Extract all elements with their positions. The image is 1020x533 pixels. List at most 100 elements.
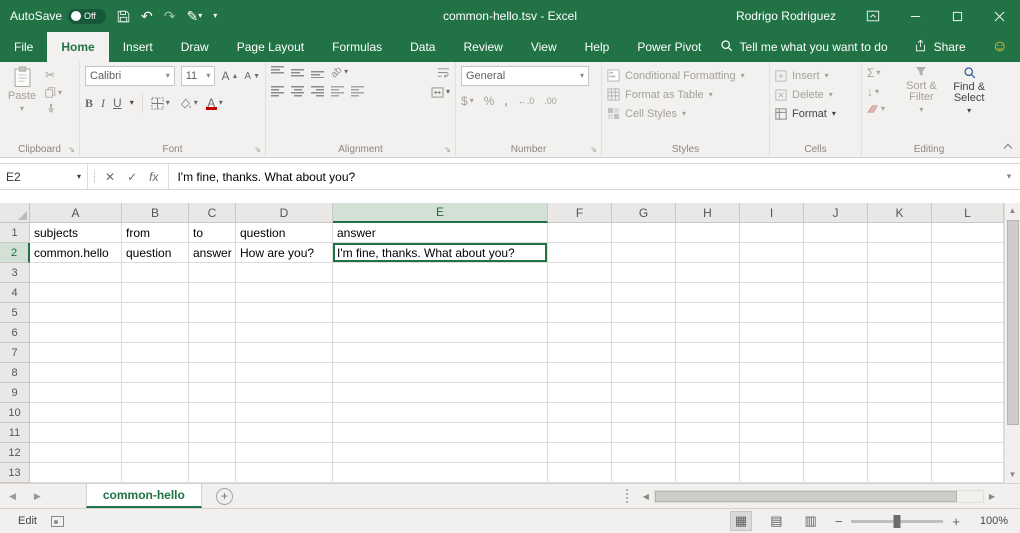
cell-C6[interactable]: [189, 323, 236, 343]
cell-B4[interactable]: [122, 283, 189, 303]
wrap-text-icon[interactable]: [437, 67, 450, 78]
tab-file[interactable]: File: [0, 32, 47, 62]
cell-J6[interactable]: [804, 323, 868, 343]
cell-G3[interactable]: [612, 263, 676, 283]
currency-format-icon[interactable]: $▾: [461, 94, 474, 108]
cell-I12[interactable]: [740, 443, 804, 463]
format-painter-icon[interactable]: [45, 103, 62, 115]
number-dialog-launcher-icon[interactable]: ⇘: [590, 145, 597, 154]
user-name[interactable]: Rodrigo Rodriguez: [736, 9, 836, 23]
align-left-icon[interactable]: [271, 86, 284, 98]
number-format-combo[interactable]: General▾: [461, 66, 589, 86]
align-top-icon[interactable]: [271, 66, 284, 78]
normal-view-icon[interactable]: ▦: [730, 511, 752, 531]
pen-mode-icon[interactable]: ✎▾: [187, 8, 203, 25]
cell-G10[interactable]: [612, 403, 676, 423]
cell-G5[interactable]: [612, 303, 676, 323]
cell-L9[interactable]: [932, 383, 1004, 403]
decrease-font-size-icon[interactable]: A▼: [244, 71, 260, 82]
cell-H4[interactable]: [676, 283, 740, 303]
increase-indent-icon[interactable]: [351, 86, 364, 98]
cell-B1[interactable]: from: [122, 223, 189, 243]
row-header-7[interactable]: 7: [0, 343, 30, 363]
cell-C2[interactable]: answer: [189, 243, 236, 263]
cell-I8[interactable]: [740, 363, 804, 383]
cell-H6[interactable]: [676, 323, 740, 343]
column-header-A[interactable]: A: [30, 203, 122, 223]
cell-H7[interactable]: [676, 343, 740, 363]
cell-A11[interactable]: [30, 423, 122, 443]
cell-G1[interactable]: [612, 223, 676, 243]
cell-H2[interactable]: [676, 243, 740, 263]
font-color-icon[interactable]: A ▾: [206, 97, 223, 110]
cell-B13[interactable]: [122, 463, 189, 483]
cell-F12[interactable]: [548, 443, 612, 463]
cell-J1[interactable]: [804, 223, 868, 243]
font-name-combo[interactable]: Calibri▾: [85, 66, 175, 86]
cell-B10[interactable]: [122, 403, 189, 423]
cell-E12[interactable]: [333, 443, 548, 463]
clear-icon[interactable]: ▾: [867, 104, 896, 114]
cell-G4[interactable]: [612, 283, 676, 303]
row-header-10[interactable]: 10: [0, 403, 30, 423]
cell-L3[interactable]: [932, 263, 1004, 283]
font-size-combo[interactable]: 11▾: [181, 66, 216, 86]
format-as-table-button[interactable]: Format as Table ▾: [607, 85, 764, 104]
cancel-entry-icon[interactable]: ✕: [105, 170, 115, 184]
row-header-3[interactable]: 3: [0, 263, 30, 283]
cell-L2[interactable]: [932, 243, 1004, 263]
row-header-6[interactable]: 6: [0, 323, 30, 343]
column-header-C[interactable]: C: [189, 203, 236, 223]
tab-power-pivot[interactable]: Power Pivot: [623, 32, 715, 62]
scroll-right-icon[interactable]: ▶: [984, 492, 1000, 501]
cell-A10[interactable]: [30, 403, 122, 423]
minimize-button[interactable]: [894, 0, 936, 32]
cell-E3[interactable]: [333, 263, 548, 283]
insert-function-icon[interactable]: fx: [149, 170, 158, 184]
scroll-down-icon[interactable]: ▼: [1009, 467, 1017, 483]
cell-J3[interactable]: [804, 263, 868, 283]
cell-E10[interactable]: [333, 403, 548, 423]
cell-G12[interactable]: [612, 443, 676, 463]
cell-F1[interactable]: [548, 223, 612, 243]
cell-K6[interactable]: [868, 323, 932, 343]
cell-B11[interactable]: [122, 423, 189, 443]
copy-icon[interactable]: ▾: [45, 87, 62, 98]
cell-C5[interactable]: [189, 303, 236, 323]
formula-input[interactable]: I'm fine, thanks. What about you?: [169, 164, 998, 189]
cell-D10[interactable]: [236, 403, 333, 423]
sheet-tab[interactable]: common-hello: [86, 484, 202, 508]
cell-E6[interactable]: [333, 323, 548, 343]
cell-D1[interactable]: question: [236, 223, 333, 243]
column-header-K[interactable]: K: [868, 203, 932, 223]
cell-J5[interactable]: [804, 303, 868, 323]
cell-K7[interactable]: [868, 343, 932, 363]
column-header-I[interactable]: I: [740, 203, 804, 223]
column-header-H[interactable]: H: [676, 203, 740, 223]
cell-H11[interactable]: [676, 423, 740, 443]
expand-formula-bar-icon[interactable]: ▾: [998, 164, 1020, 189]
tab-draw[interactable]: Draw: [167, 32, 223, 62]
cell-F5[interactable]: [548, 303, 612, 323]
cell-H12[interactable]: [676, 443, 740, 463]
cell-B2[interactable]: question: [122, 243, 189, 263]
vertical-scroll-thumb[interactable]: [1007, 220, 1019, 425]
align-center-icon[interactable]: [291, 86, 304, 98]
format-cells-button[interactable]: Format ▾: [775, 104, 856, 123]
cell-L13[interactable]: [932, 463, 1004, 483]
formula-bar-splitter[interactable]: [88, 170, 95, 183]
row-header-13[interactable]: 13: [0, 463, 30, 483]
scroll-up-icon[interactable]: ▲: [1009, 203, 1017, 219]
cell-D7[interactable]: [236, 343, 333, 363]
row-header-11[interactable]: 11: [0, 423, 30, 443]
cell-C11[interactable]: [189, 423, 236, 443]
feedback-smiley-icon[interactable]: ☺: [992, 38, 1008, 56]
comma-format-icon[interactable]: ,: [504, 94, 507, 108]
cell-G8[interactable]: [612, 363, 676, 383]
borders-icon[interactable]: ▾: [151, 97, 170, 110]
row-header-12[interactable]: 12: [0, 443, 30, 463]
cell-F3[interactable]: [548, 263, 612, 283]
cell-L11[interactable]: [932, 423, 1004, 443]
cell-G7[interactable]: [612, 343, 676, 363]
alignment-dialog-launcher-icon[interactable]: ⇘: [444, 145, 451, 154]
